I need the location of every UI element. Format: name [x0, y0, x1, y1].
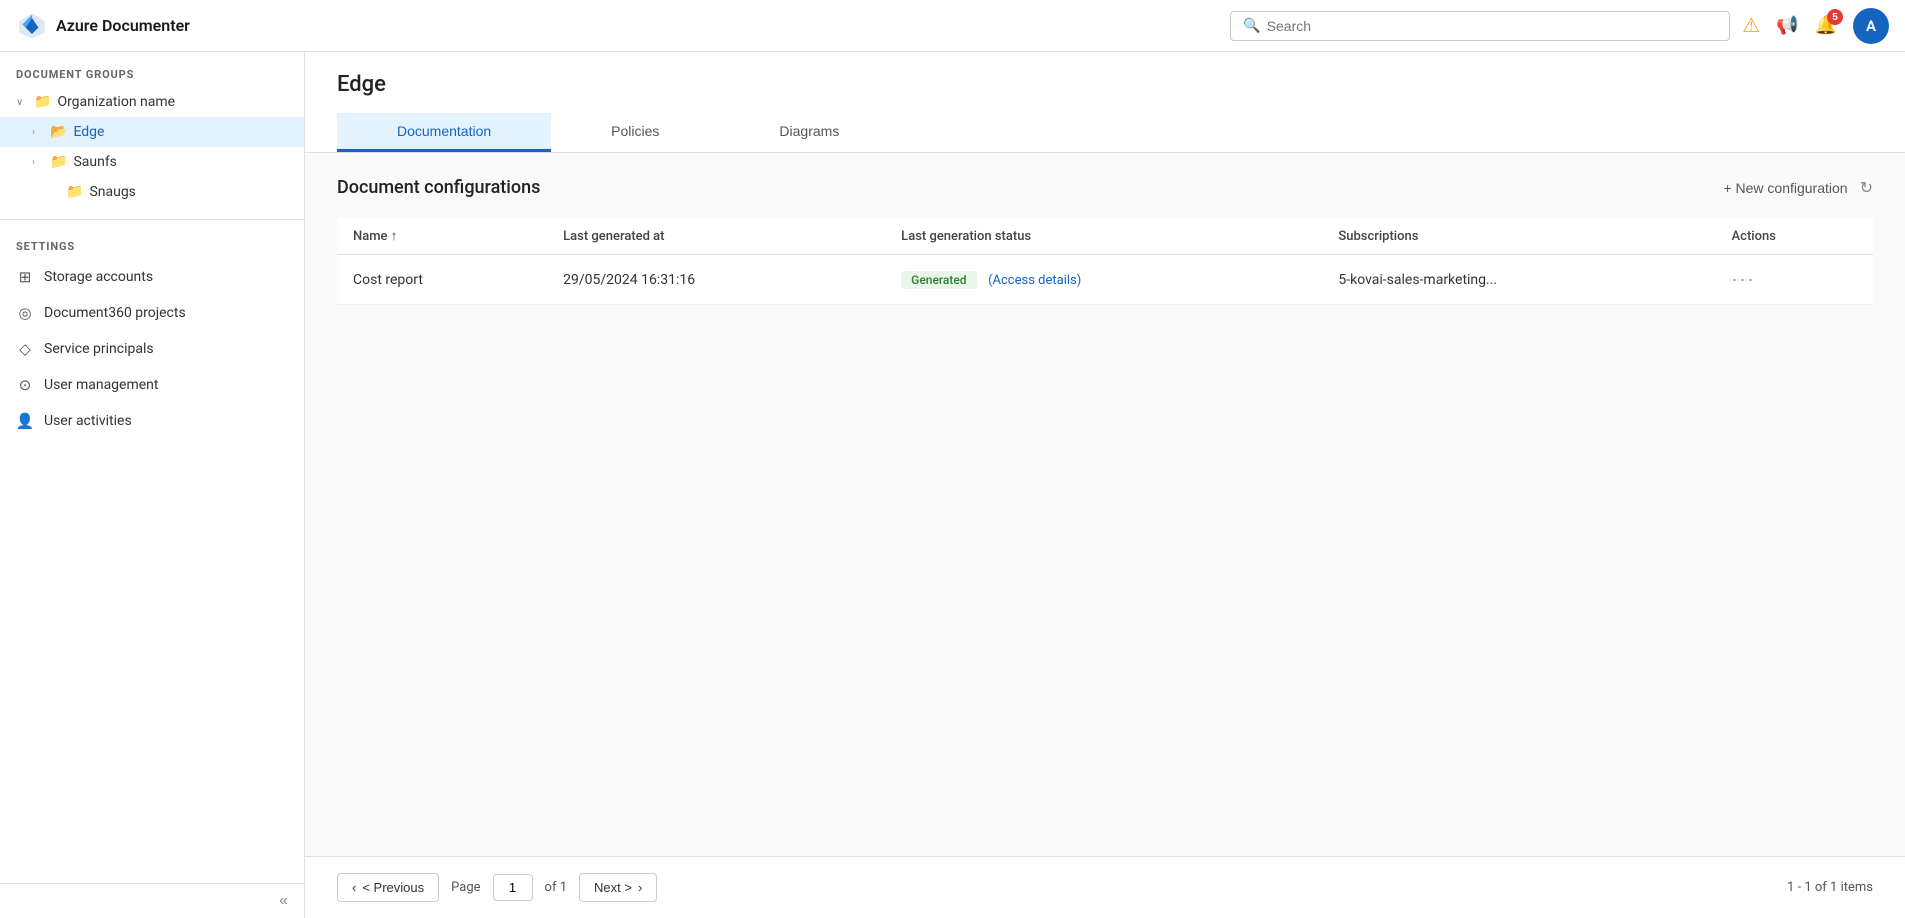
content-body: Document configurations + New configurat… [305, 153, 1905, 856]
top-header: Azure Documenter 🔍 ⚠ 📢 🔔 5 A [0, 0, 1905, 52]
config-table: Name ↑ Last generated at Last generation… [337, 218, 1873, 305]
table-header-row: Name ↑ Last generated at Last generation… [337, 218, 1873, 255]
chevron-left-icon: ‹ [352, 880, 356, 895]
storage-accounts-label: Storage accounts [44, 269, 153, 285]
sidebar-item-snaugs[interactable]: › 📁 Snaugs [0, 177, 304, 207]
service-principals-icon: ◇ [16, 340, 34, 358]
search-icon: 🔍 [1243, 18, 1260, 34]
notification-badge: 5 [1827, 9, 1843, 25]
search-bar[interactable]: 🔍 [1230, 11, 1730, 41]
sidebar: DOCUMENT GROUPS ∨ 📁 Organization name › … [0, 52, 305, 918]
storage-icon: ⊞ [16, 268, 34, 286]
col-last-generation-status: Last generation status [885, 218, 1322, 255]
new-configuration-button[interactable]: + New configuration [1723, 180, 1847, 196]
sidebar-item-edge[interactable]: › 📂 Edge [0, 117, 304, 147]
main-layout: DOCUMENT GROUPS ∨ 📁 Organization name › … [0, 52, 1905, 918]
warning-icon: ⚠ [1742, 13, 1760, 38]
folder-icon: 📁 [34, 94, 51, 110]
snaugs-label: Snaugs [89, 184, 135, 200]
user-avatar[interactable]: A [1853, 8, 1889, 44]
user-management-label: User management [44, 377, 158, 393]
sidebar-item-service-principals[interactable]: ◇ Service principals [0, 331, 304, 367]
notifications-icon-button[interactable]: 🔔 5 [1815, 15, 1837, 36]
col-last-generated: Last generated at [547, 218, 885, 255]
status-badge: Generated [901, 271, 976, 289]
row-actions-button[interactable]: ··· [1732, 269, 1756, 290]
user-activities-label: User activities [44, 413, 132, 429]
pagination-count: 1 - 1 of 1 items [1787, 880, 1873, 895]
col-subscriptions: Subscriptions [1322, 218, 1715, 255]
row-last-generated-at: 29/05/2024 16:31:16 [547, 255, 885, 305]
previous-button[interactable]: ‹ < Previous [337, 873, 439, 902]
chevron-right-icon: › [638, 880, 642, 895]
org-name-label: Organization name [57, 94, 175, 110]
page-label: Page [451, 880, 480, 895]
doc-configs-header: Document configurations + New configurat… [337, 177, 1873, 198]
folder-icon: 📁 [50, 154, 67, 170]
alert-icon-button[interactable]: ⚠ [1742, 13, 1760, 38]
of-label: of 1 [545, 880, 567, 895]
row-actions: ··· [1716, 255, 1873, 305]
tab-policies[interactable]: Policies [551, 113, 719, 152]
tab-documentation[interactable]: Documentation [337, 113, 551, 152]
sidebar-item-storage-accounts[interactable]: ⊞ Storage accounts [0, 259, 304, 295]
col-name[interactable]: Name ↑ [337, 218, 547, 255]
row-subscriptions: 5-kovai-sales-marketing... [1322, 255, 1715, 305]
row-status: Generated (Access details) [885, 255, 1322, 305]
pagination-bar: ‹ < Previous Page of 1 Next > › 1 - 1 of… [305, 856, 1905, 918]
content-header: Edge Documentation Policies Diagrams [305, 52, 1905, 153]
app-logo[interactable]: Azure Documenter [16, 10, 190, 42]
doc-configs-title: Document configurations [337, 177, 540, 198]
app-title: Azure Documenter [56, 16, 190, 35]
page-title: Edge [337, 72, 1873, 97]
sidebar-item-saunfs[interactable]: › 📁 Saunfs [0, 147, 304, 177]
access-details-link[interactable]: (Access details) [988, 273, 1081, 288]
folder-open-icon: 📂 [50, 124, 67, 140]
document360-label: Document360 projects [44, 305, 186, 321]
chevron-right-icon: › [32, 157, 44, 168]
folder-icon: 📁 [66, 184, 83, 200]
next-button[interactable]: Next > › [579, 873, 657, 902]
logo-icon [16, 10, 48, 42]
sidebar-bottom: « [0, 883, 304, 918]
content-area: Edge Documentation Policies Diagrams Doc… [305, 52, 1905, 918]
tabs: Documentation Policies Diagrams [337, 113, 1873, 152]
user-activities-icon: 👤 [16, 412, 34, 430]
settings-label: SETTINGS [0, 232, 304, 259]
col-actions: Actions [1716, 218, 1873, 255]
user-management-icon: ⊙ [16, 376, 34, 394]
tab-diagrams[interactable]: Diagrams [719, 113, 899, 152]
row-name: Cost report [337, 255, 547, 305]
search-input[interactable] [1267, 18, 1718, 34]
chevron-right-icon: › [32, 127, 44, 138]
sidebar-item-org[interactable]: ∨ 📁 Organization name [0, 87, 304, 117]
sidebar-item-user-activities[interactable]: 👤 User activities [0, 403, 304, 439]
announcements-icon-button[interactable]: 📢 [1776, 15, 1798, 36]
doc-configs-actions: + New configuration ↻ [1723, 178, 1873, 198]
edge-label: Edge [73, 124, 104, 140]
service-principals-label: Service principals [44, 341, 154, 357]
collapse-sidebar-button[interactable]: « [279, 892, 288, 910]
saunfs-label: Saunfs [73, 154, 116, 170]
document360-icon: ◎ [16, 304, 34, 322]
header-icons: ⚠ 📢 🔔 5 A [1742, 8, 1889, 44]
sidebar-divider [0, 219, 304, 220]
document-groups-label: DOCUMENT GROUPS [0, 52, 304, 87]
table-row: Cost report 29/05/2024 16:31:16 Generate… [337, 255, 1873, 305]
refresh-button[interactable]: ↻ [1860, 178, 1873, 198]
sidebar-item-document360[interactable]: ◎ Document360 projects [0, 295, 304, 331]
chevron-down-icon: ∨ [16, 97, 28, 108]
page-number-input[interactable] [493, 874, 533, 901]
sidebar-item-user-management[interactable]: ⊙ User management [0, 367, 304, 403]
megaphone-icon: 📢 [1776, 15, 1798, 36]
